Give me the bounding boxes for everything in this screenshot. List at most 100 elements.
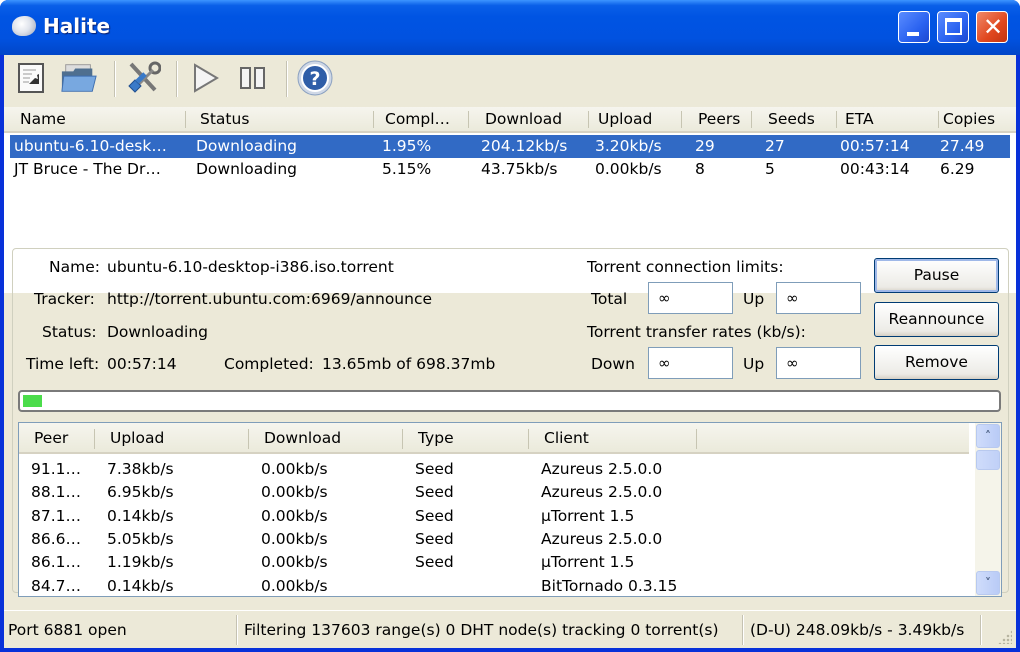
play-icon — [194, 63, 219, 93]
peer-address: 87.1… — [31, 506, 82, 525]
torrent-name: JT Bruce - The Dr… — [14, 160, 161, 178]
peer-row[interactable]: 86.6… 5.05kb/s 0.00kb/s Seed Azureus 2.5.0.0 — [19, 528, 969, 551]
toolbar-separator — [176, 61, 178, 97]
column-header-download[interactable]: Download — [249, 423, 403, 452]
column-header-seeds[interactable]: Seeds — [762, 107, 837, 131]
settings-button[interactable] — [124, 59, 162, 97]
pause-button[interactable] — [234, 59, 272, 97]
connection-limits-label: Torrent connection limits: — [587, 258, 784, 276]
pause-torrent-button[interactable]: Pause — [874, 258, 999, 293]
column-header-peer[interactable]: Peer — [19, 423, 95, 452]
upload-rate-input[interactable]: ∞ — [776, 347, 861, 379]
resume-button[interactable] — [186, 59, 224, 97]
title-bar[interactable]: Halite ✕ — [0, 0, 1020, 55]
peer-download: 0.00kb/s — [261, 553, 328, 572]
peer-client: BitTornado 0.3.15 — [541, 576, 678, 595]
torrent-status: Downloading — [196, 160, 298, 178]
peer-download: 0.00kb/s — [261, 529, 328, 548]
torrent-seeds: 5 — [765, 160, 775, 178]
column-header-peers[interactable]: Peers — [692, 107, 752, 131]
maximize-button[interactable] — [937, 11, 969, 43]
name-label: Name: — [49, 258, 100, 276]
help-button[interactable]: ? — [296, 59, 334, 97]
window-title: Halite — [43, 14, 111, 38]
add-torrent-button[interactable] — [12, 59, 50, 97]
halite-app-icon — [12, 16, 36, 36]
upload-connections-input[interactable]: ∞ — [776, 282, 861, 314]
torrent-progress-bar — [18, 390, 1001, 412]
remove-button[interactable]: Remove — [874, 345, 999, 380]
peer-client: µTorrent 1.5 — [541, 553, 635, 572]
peer-address: 86.1… — [31, 553, 82, 572]
peer-list-scrollbar[interactable]: ˄ ˅ — [975, 423, 1001, 596]
torrent-row[interactable]: JT Bruce - The Dr… Downloading 5.15% 43.… — [10, 158, 1010, 181]
torrent-row[interactable]: ubuntu-6.10-desk… Downloading 1.95% 204.… — [10, 135, 1010, 158]
chevron-up-icon: ˄ — [985, 429, 991, 443]
column-header-upload[interactable]: Upload — [592, 107, 682, 131]
peer-row[interactable]: 88.1… 6.95kb/s 0.00kb/s Seed Azureus 2.5.0.0 — [19, 481, 969, 504]
column-header-type[interactable]: Type — [403, 423, 529, 452]
torrent-name: ubuntu-6.10-desk… — [14, 137, 167, 155]
peer-type: Seed — [415, 553, 454, 572]
reannounce-button[interactable]: Reannounce — [874, 302, 999, 337]
close-button[interactable]: ✕ — [976, 11, 1008, 43]
scroll-up-button[interactable]: ˄ — [976, 424, 1000, 448]
open-folder-button[interactable] — [60, 59, 98, 97]
pause-icon — [240, 67, 265, 89]
filter-dht-status: Filtering 137603 range(s) 0 DHT node(s) … — [244, 621, 719, 639]
toolbar-separator — [286, 61, 288, 97]
down-label: Down — [591, 355, 635, 373]
resize-grip[interactable] — [998, 630, 1012, 644]
status-bar: Port 6881 open Filtering 137603 range(s)… — [4, 610, 1016, 648]
torrent-download: 43.75kb/s — [481, 160, 558, 178]
peer-download: 0.00kb/s — [261, 460, 328, 478]
download-rate-input[interactable]: ∞ — [648, 347, 733, 379]
torrent-download: 204.12kb/s — [481, 137, 568, 155]
peer-row[interactable]: 84.7… 0.14kb/s 0.00kb/s BitTornado 0.3.15 — [19, 575, 969, 598]
minimize-icon — [907, 32, 919, 36]
column-header-completed[interactable]: Compl… — [379, 107, 469, 131]
transfer-rate-status: (D-U) 248.09kb/s - 3.49kb/s — [750, 621, 965, 639]
torrent-eta: 00:57:14 — [840, 137, 910, 155]
scroll-down-button[interactable]: ˅ — [976, 571, 1000, 595]
peer-type: Seed — [415, 506, 454, 525]
column-header-status[interactable]: Status — [194, 107, 374, 131]
status-divider — [236, 615, 238, 645]
peer-upload: 0.14kb/s — [107, 506, 174, 525]
time-left-value: 00:57:14 — [107, 355, 177, 373]
peer-type: Seed — [415, 460, 454, 478]
peer-type: Seed — [415, 483, 454, 502]
status-divider — [980, 615, 982, 645]
total-label: Total — [591, 290, 628, 308]
torrent-copies: 6.29 — [940, 160, 975, 178]
peer-download: 0.00kb/s — [261, 506, 328, 525]
peer-client: µTorrent 1.5 — [541, 506, 635, 525]
total-connections-input[interactable]: ∞ — [648, 282, 733, 314]
column-header-copies[interactable]: Copies — [937, 107, 1017, 131]
peer-row[interactable]: 91.1… 7.38kb/s 0.00kb/s Seed Azureus 2.5.0.0 — [19, 458, 969, 481]
tools-icon — [128, 61, 161, 93]
torrent-list-header: Name Status Compl… Download Upload Peers… — [4, 107, 1016, 133]
time-left-label: Time left: — [26, 355, 100, 373]
peer-address: 84.7… — [31, 576, 82, 595]
svg-text:?: ? — [309, 68, 320, 90]
column-header-client[interactable]: Client — [529, 423, 697, 452]
completed-label: Completed: — [224, 355, 314, 373]
peer-upload: 5.05kb/s — [107, 529, 174, 548]
peer-download: 0.00kb/s — [261, 483, 328, 502]
torrent-seeds: 27 — [765, 137, 785, 155]
toolbar: ? — [4, 55, 1016, 105]
maximize-icon — [945, 18, 962, 35]
column-header-eta[interactable]: ETA — [839, 107, 939, 131]
peer-row[interactable]: 87.1… 0.14kb/s 0.00kb/s Seed µTorrent 1.5 — [19, 505, 969, 528]
minimize-button[interactable] — [898, 11, 930, 43]
peer-list[interactable]: Peer Upload Download Type Client 91.1… 7.… — [18, 422, 1002, 597]
column-header-upload[interactable]: Upload — [95, 423, 249, 452]
column-header-download[interactable]: Download — [479, 107, 589, 131]
peer-upload: 6.95kb/s — [107, 483, 174, 502]
column-header-name[interactable]: Name — [14, 107, 186, 131]
peer-row[interactable]: 86.1… 1.19kb/s 0.00kb/s Seed µTorrent 1.5 — [19, 551, 969, 574]
document-wrench-icon — [18, 63, 44, 93]
peer-upload: 7.38kb/s — [107, 460, 174, 478]
scroll-thumb[interactable] — [976, 450, 1000, 470]
